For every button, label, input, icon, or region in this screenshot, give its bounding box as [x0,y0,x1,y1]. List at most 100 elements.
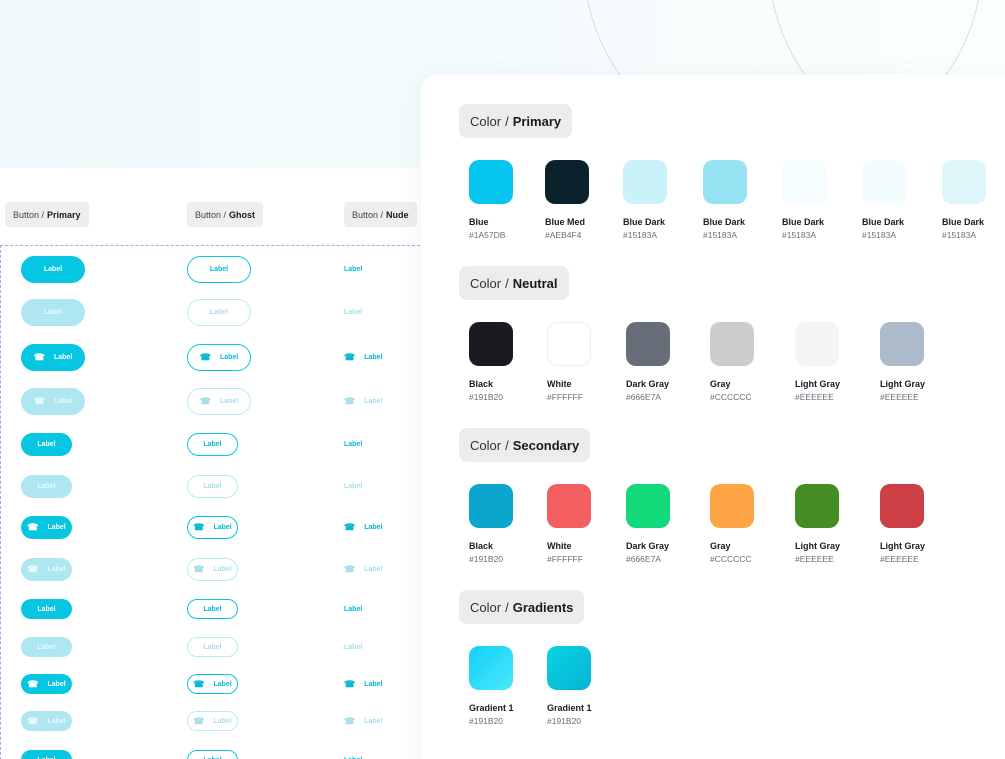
button-label: Label [47,680,66,688]
color-swatch-item[interactable]: Blue Dark #15183A [623,160,699,240]
primary-button[interactable]: ☎ Label [21,516,72,539]
button-label: Label [209,309,229,316]
phone-icon: ☎ [344,715,356,726]
button-label: Label [37,605,56,613]
color-swatch-item[interactable]: Black #191B20 [469,484,545,564]
color-swatch-item[interactable]: Gray #CCCCCC [710,322,786,402]
color-swatch [469,484,513,528]
ghost-button[interactable]: ☎ Label [187,674,238,694]
color-swatch-item[interactable]: Blue Dark #15183A [703,160,779,240]
swatch-hex: #EEEEEE [795,392,834,402]
nude-button[interactable]: Label [344,599,404,619]
nude-button[interactable]: Label [344,299,404,326]
ghost-button[interactable]: Label [187,750,238,759]
nude-button[interactable]: Label [344,750,404,759]
swatch-name: Dark Gray [626,541,670,551]
color-swatch-item[interactable]: Dark Gray #666E7A [626,322,702,402]
color-swatch [626,484,670,528]
ghost-button[interactable]: ☎ Label [187,711,238,731]
button-label: Label [344,441,363,448]
color-swatch-item[interactable]: Gray #CCCCCC [710,484,786,564]
ghost-button[interactable]: Label [187,637,238,657]
ghost-button[interactable]: Label [187,299,251,326]
button-label: Label [344,605,363,613]
color-swatch-item[interactable]: Blue Med #AEB4F4 [545,160,621,240]
swatch-hex: #FFFFFF [547,554,583,564]
button-label: Label [37,441,56,448]
color-swatch-item[interactable]: Light Gray #EEEEEE [795,322,871,402]
swatch-hex: #15183A [703,230,738,240]
phone-icon: ☎ [344,678,356,689]
swatch-name: Blue Dark [862,217,905,227]
button-label: Label [344,643,363,651]
ghost-button[interactable]: Label [187,475,238,498]
primary-button[interactable]: Label [21,637,72,657]
primary-button[interactable]: ☎ Label [21,674,72,694]
button-label: Label [344,266,363,273]
ghost-button[interactable]: Label [187,599,238,619]
swatch-hex: #1A57DB [469,230,506,240]
ghost-button[interactable]: ☎ Label [187,388,251,415]
button-label: Label [364,717,383,725]
color-swatch-item[interactable]: Blue Dark #15183A [862,160,938,240]
swatch-hex: #191B20 [469,716,504,726]
nude-button[interactable]: ☎ Label [344,388,404,415]
color-swatch [623,160,667,204]
ghost-button[interactable]: ☎ Label [187,516,238,539]
primary-button[interactable]: Label [21,256,85,283]
primary-button[interactable]: ☎ Label [21,344,85,371]
primary-button[interactable]: Label [21,299,85,326]
swatch-name: Light Gray [880,541,926,551]
swatch-hex: #191B20 [469,392,504,402]
button-label: Label [209,266,229,273]
button-label: Label [364,680,383,688]
color-swatch-item[interactable]: Dark Gray #666E7A [626,484,702,564]
ghost-button[interactable]: Label [187,433,238,456]
nude-button[interactable]: ☎ Label [344,674,404,694]
primary-button[interactable]: ☎ Label [21,558,72,581]
swatch-hex: #666E7A [626,392,661,402]
swatch-hex: #EEEEEE [795,554,834,564]
color-swatch-item[interactable]: Black #191B20 [469,322,545,402]
phone-icon: ☎ [344,522,356,532]
swatch-hex: #191B20 [469,554,504,564]
ghost-button[interactable]: ☎ Label [187,558,238,581]
nude-button[interactable]: Label [344,637,404,657]
color-swatch-item[interactable]: Light Gray #EEEEEE [880,484,956,564]
phone-icon: ☎ [199,396,211,406]
primary-button[interactable]: Label [21,475,72,498]
color-swatch-item[interactable]: Blue Dark #15183A [782,160,858,240]
primary-button[interactable]: ☎ Label [21,388,85,415]
primary-button[interactable]: Label [21,750,72,759]
nude-button[interactable]: ☎ Label [344,558,404,581]
color-swatch-item[interactable]: Gradient 1 #191B20 [547,646,623,726]
ghost-button[interactable]: ☎ Label [187,344,251,371]
color-swatch-item[interactable]: White #FFFFFF [547,322,623,402]
nude-button[interactable]: ☎ Label [344,711,404,731]
nude-button[interactable]: Label [344,475,404,498]
swatch-name: Light Gray [795,541,841,551]
color-swatch-item[interactable]: Light Gray #EEEEEE [880,322,956,402]
button-label: Label [219,398,239,405]
color-swatch-item[interactable]: Light Gray #EEEEEE [795,484,871,564]
swatch-hex: #AEB4F4 [545,230,582,240]
swatch-hex: #EEEEEE [880,392,919,402]
color-palette-panel: Color / Primary Blue #1A57DB Blue Med #AEB4F4 B… [421,75,1005,759]
section-title-gradients: Color / Gradients [459,590,585,624]
swatch-hex: #CCCCCC [710,392,752,402]
color-swatch-item[interactable]: Gradient 1 #191B20 [469,646,545,726]
phone-icon: ☎ [193,522,205,532]
color-swatch-item[interactable]: Blue #1A57DB [469,160,545,240]
nude-button[interactable]: ☎ Label [344,344,404,371]
nude-button[interactable]: ☎ Label [344,516,404,539]
color-swatch-item[interactable]: White #FFFFFF [547,484,623,564]
nude-button[interactable]: Label [344,433,404,456]
primary-button[interactable]: Label [21,599,72,619]
primary-button[interactable]: Label [21,433,72,456]
ghost-button[interactable]: Label [187,256,251,283]
color-swatch [862,160,906,204]
nude-button[interactable]: Label [344,256,404,283]
color-swatch-item[interactable]: Blue Dark #15183A [942,160,1005,240]
button-label: Label [364,524,383,531]
primary-button[interactable]: ☎ Label [21,711,72,731]
